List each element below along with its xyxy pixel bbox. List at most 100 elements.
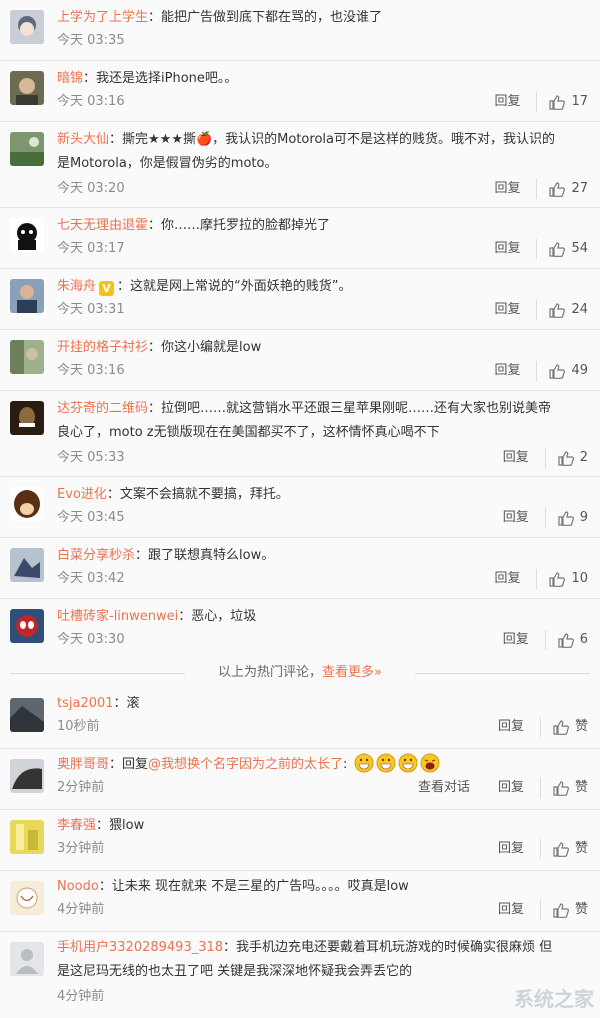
thumbs-up-icon	[549, 302, 566, 318]
like-button[interactable]: 6	[544, 630, 588, 650]
like-button[interactable]: 2	[544, 448, 588, 468]
comment-text: ：这就是网上常说的“外面妖艳的贱货”。	[117, 279, 352, 294]
like-count: 27	[571, 181, 588, 196]
avatar[interactable]	[10, 609, 44, 643]
like-button[interactable]: 17	[536, 92, 588, 112]
comment-text: ：能把广告做到底下都在骂的，也没谁了	[148, 10, 383, 25]
reply-button[interactable]: 回复	[494, 569, 520, 589]
like-button[interactable]: 49	[536, 361, 588, 381]
avatar[interactable]	[10, 279, 44, 313]
like-button[interactable]: 赞	[539, 900, 588, 920]
comment-text: ：我还是选择iPhone吧。。	[83, 71, 238, 86]
like-button[interactable]: 54	[536, 239, 588, 259]
reply-button[interactable]: 回复	[503, 508, 529, 528]
avatar[interactable]	[10, 820, 44, 854]
timestamp: 今天 03:17	[57, 241, 125, 256]
like-count: 9	[579, 510, 588, 525]
avatar[interactable]	[10, 942, 44, 976]
like-button[interactable]: 10	[536, 569, 588, 589]
timestamp: 4分钟前	[57, 989, 105, 1004]
username[interactable]: Noodo	[57, 879, 99, 894]
like-count: 49	[571, 363, 588, 378]
reply-button[interactable]: 回复	[494, 361, 520, 381]
like-button[interactable]: 赞	[539, 839, 588, 859]
grin-emoji-icon	[376, 753, 396, 773]
comment-text: ：回复	[109, 757, 149, 772]
like-button[interactable]: 赞	[539, 717, 588, 737]
avatar[interactable]	[10, 71, 44, 105]
avatar[interactable]	[10, 759, 44, 793]
like-count: 10	[571, 571, 588, 586]
like-button[interactable]: 赞	[539, 778, 588, 798]
username[interactable]: 奥胖哥哥	[57, 757, 109, 772]
reply-button[interactable]: 回复	[494, 179, 520, 199]
reply-button[interactable]: 回复	[498, 717, 524, 737]
verified-badge-icon: V	[99, 281, 115, 296]
username[interactable]: 上学为了上学生	[57, 10, 148, 25]
timestamp: 10秒前	[57, 719, 100, 734]
comment-item: tsja2001：滚 10秒前 回复 赞	[0, 688, 600, 749]
thumbs-up-icon	[553, 719, 569, 735]
like-label: 赞	[574, 902, 588, 917]
thumbs-up-icon	[558, 632, 574, 648]
username[interactable]: Evo进化	[57, 487, 107, 502]
username[interactable]: tsja2001	[57, 696, 114, 711]
like-button[interactable]: 9	[544, 508, 588, 528]
avatar[interactable]	[10, 132, 44, 166]
like-count: 6	[579, 632, 588, 647]
username[interactable]: 开挂的格子衬衫	[57, 340, 148, 355]
username[interactable]: 吐槽砖家-linwenwei	[57, 609, 178, 624]
view-conversation-button[interactable]: 查看对话	[418, 778, 470, 798]
comment-text: ：你……摩托罗拉的脸都掉光了	[148, 218, 331, 233]
mention-link[interactable]: @我想换个名字因为之前的太长了	[148, 757, 343, 772]
reply-button[interactable]: 回复	[494, 239, 520, 259]
avatar[interactable]	[10, 401, 44, 435]
username[interactable]: 白菜分享秒杀	[57, 548, 135, 563]
reply-button[interactable]: 回复	[503, 448, 529, 468]
avatar[interactable]	[10, 698, 44, 732]
username[interactable]: 暗锦	[57, 71, 83, 86]
avatar[interactable]	[10, 487, 44, 521]
avatar[interactable]	[10, 340, 44, 374]
comment-text: ：让未来 现在就来 不是三星的广告吗。。。。哎真是low	[98, 879, 409, 894]
avatar[interactable]	[10, 218, 44, 252]
comment-text: ：撕完★★★撕🍎，我认识的Motorola可不是这样的贱货。哦不对，我认识的	[109, 132, 555, 147]
comment-item: Noodo：让未来 现在就来 不是三星的广告吗。。。。哎真是low 4分钟前 回…	[0, 871, 600, 932]
like-label: 赞	[574, 841, 588, 856]
reply-button[interactable]: 回复	[494, 300, 520, 320]
username[interactable]: 朱海舟	[57, 279, 96, 294]
timestamp: 今天 03:30	[57, 632, 125, 647]
avatar[interactable]	[10, 548, 44, 582]
thumbs-up-icon	[553, 780, 569, 796]
reply-button[interactable]: 回复	[498, 900, 524, 920]
username[interactable]: 达芬奇的二维码	[57, 401, 148, 416]
username[interactable]: 李春强	[57, 818, 96, 833]
like-button[interactable]: 27	[536, 179, 588, 199]
thumbs-up-icon	[549, 94, 566, 110]
reply-button[interactable]: 回复	[498, 839, 524, 859]
timestamp: 4分钟前	[57, 902, 105, 917]
username[interactable]: 手机用户3320289493_318	[57, 940, 223, 955]
timestamp: 今天 03:42	[57, 571, 125, 586]
username[interactable]: 七天无理由退霍	[57, 218, 148, 233]
hot-comments-divider: 以上为热门评论，查看更多»	[0, 662, 600, 684]
comment-text: ：你这小编就是low	[148, 340, 262, 355]
view-more-link[interactable]: 查看更多»	[322, 665, 382, 680]
username[interactable]: 新头大仙	[57, 132, 109, 147]
comment-text-line2: 良心了，moto z无锁版现在在美国都买不了，这杯情怀真心喝不下	[57, 425, 440, 440]
comment-item: 上学为了上学生：能把广告做到底下都在骂的，也没谁了 今天 03:35	[0, 0, 600, 61]
comment-item: 吐槽砖家-linwenwei：恶心，垃圾 今天 03:30 回复 6	[0, 599, 600, 660]
comment-item: 奥胖哥哥：回复@我想换个名字因为之前的太长了: 2分钟前 查看对话 回复 赞	[0, 749, 600, 810]
like-button[interactable]: 24	[536, 300, 588, 320]
reply-button[interactable]: 回复	[494, 92, 520, 112]
like-label: 赞	[574, 780, 588, 795]
comment-item: 开挂的格子衬衫：你这小编就是low 今天 03:16 回复 49	[0, 330, 600, 391]
timestamp: 今天 03:20	[57, 181, 125, 196]
timestamp: 3分钟前	[57, 841, 105, 856]
reply-button[interactable]: 回复	[498, 778, 524, 798]
reply-button[interactable]: 回复	[503, 630, 529, 650]
avatar[interactable]	[10, 881, 44, 915]
avatar[interactable]	[10, 10, 44, 44]
timestamp: 今天 05:33	[57, 450, 125, 465]
comment-text: ：跟了联想真特么low。	[135, 548, 275, 563]
